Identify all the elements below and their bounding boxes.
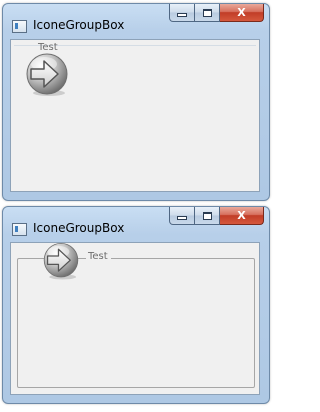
close-icon: X [237,209,246,222]
title-bar[interactable]: IconeGroupBox X [3,207,269,241]
maximize-button[interactable] [195,4,220,22]
close-icon: X [237,6,246,19]
maximize-button[interactable] [195,207,220,225]
groupbox-label: Test [86,251,111,262]
app-window-icon[interactable] [12,223,27,236]
maximize-icon [202,8,212,17]
window-2: IconeGroupBox X Test [2,206,270,404]
caption-buttons: X [169,207,264,226]
maximize-icon [202,211,212,220]
right-arrow-icon [43,242,79,280]
window-1: IconeGroupBox X Test [2,3,270,201]
minimize-button[interactable] [169,4,195,22]
client-area: Test [10,242,260,395]
window-title: IconeGroupBox [33,18,125,32]
close-button[interactable]: X [220,4,264,22]
app-window-icon[interactable] [12,20,27,33]
title-bar[interactable]: IconeGroupBox X [3,4,269,38]
client-area: Test [10,39,260,192]
caption-buttons: X [169,4,264,23]
minimize-button[interactable] [169,207,195,225]
minimize-icon [177,12,187,17]
minimize-icon [177,215,187,220]
close-button[interactable]: X [220,207,264,225]
window-title: IconeGroupBox [33,221,125,235]
right-arrow-icon [26,53,68,96]
